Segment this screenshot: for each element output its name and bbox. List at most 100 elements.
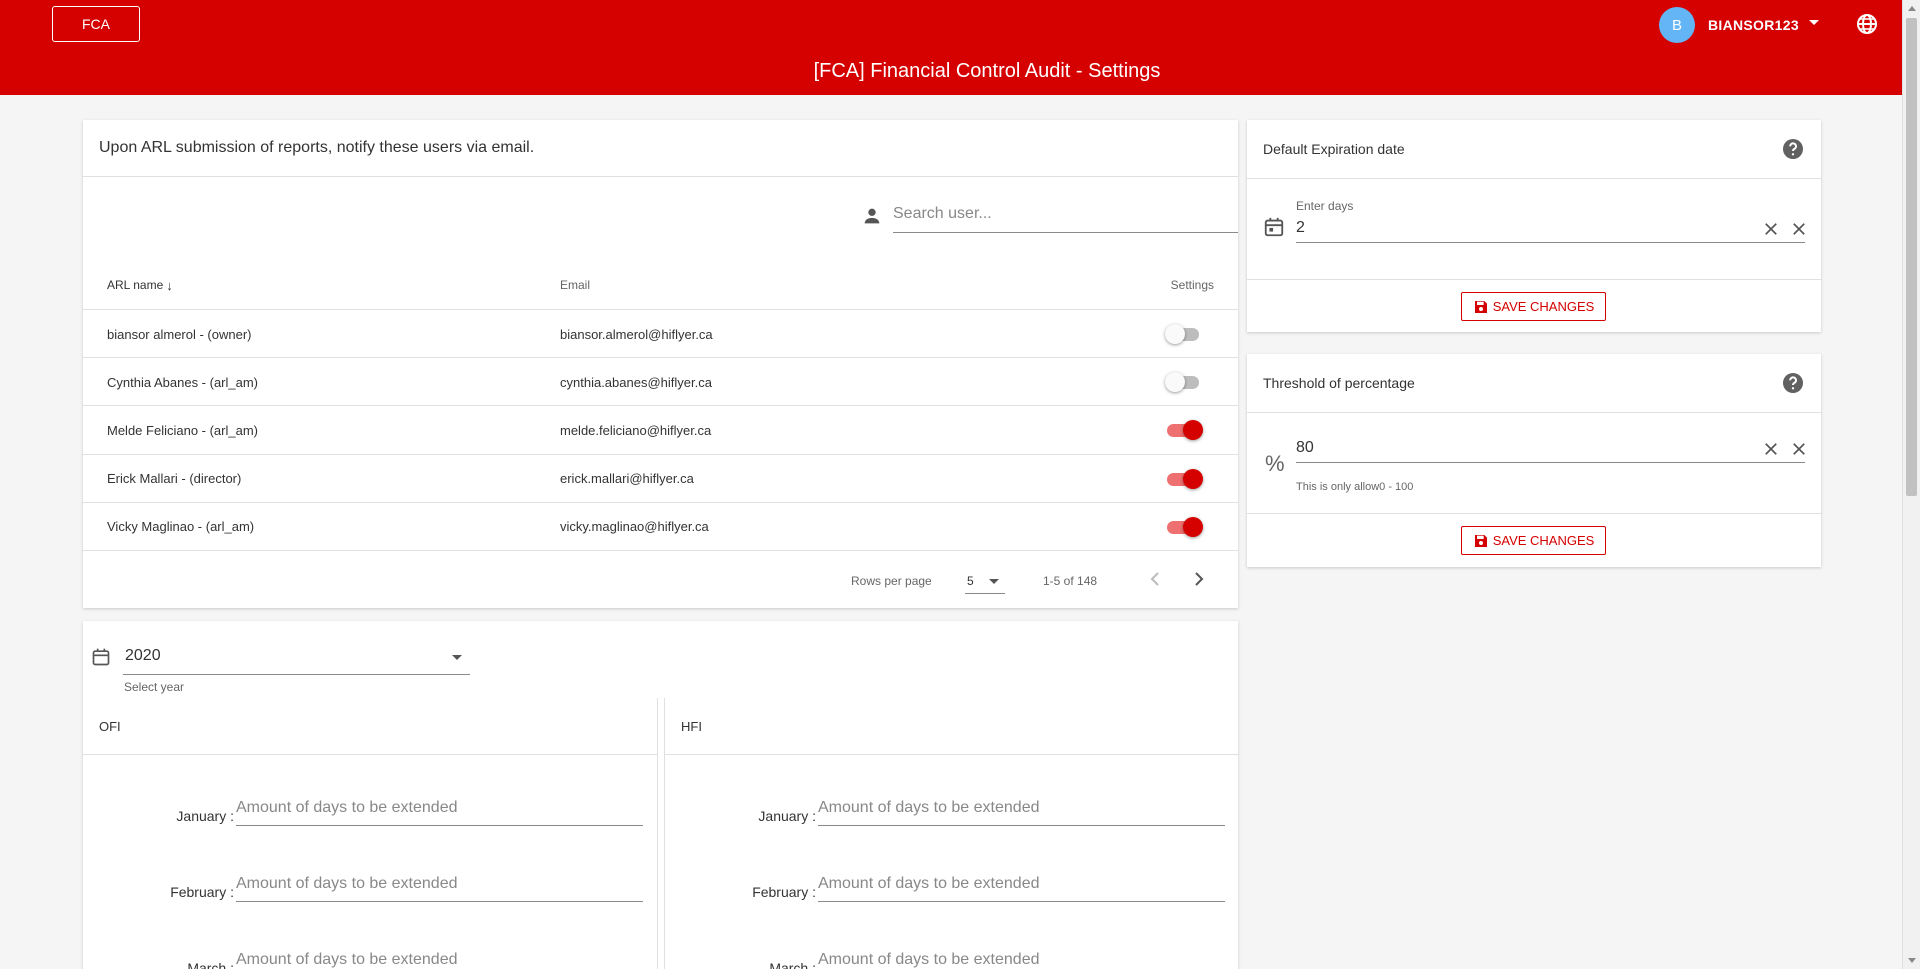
help-icon[interactable] — [1781, 137, 1805, 161]
expiration-card: Default Expiration date Enter days 2 SAV… — [1247, 120, 1821, 332]
save-icon — [1474, 534, 1487, 547]
close-icon[interactable] — [1790, 440, 1808, 458]
calendar-icon — [1264, 217, 1284, 237]
hfi-month-row: February : — [665, 866, 1240, 906]
expiration-title: Default Expiration date — [1263, 141, 1405, 157]
row-name: Vicky Maglinao - (arl_am) — [107, 519, 255, 535]
threshold-card: Threshold of percentage % This is only a… — [1247, 354, 1821, 567]
table-row: Cynthia Abanes - (arl_am) cynthia.abanes… — [83, 358, 1238, 407]
column-arl-name[interactable]: ARL name ↓ — [107, 260, 173, 310]
clear-icon[interactable] — [1762, 440, 1780, 458]
rows-per-page-select[interactable]: 5 — [965, 566, 1005, 594]
month-label: January : — [176, 808, 234, 824]
expiration-heading: Default Expiration date — [1247, 120, 1821, 179]
ofi-january-input[interactable] — [236, 790, 643, 826]
column-settings: Settings — [1170, 278, 1214, 292]
fca-home-button[interactable]: FCA — [52, 6, 140, 42]
row-name: Erick Mallari - (director) — [107, 471, 242, 487]
caret-down-icon[interactable] — [1808, 19, 1819, 25]
table-row: biansor almerol - (owner) biansor.almero… — [83, 310, 1238, 359]
save-icon — [1474, 300, 1487, 313]
username[interactable]: BIANSOR123 — [1708, 17, 1799, 33]
globe-icon[interactable] — [1855, 12, 1879, 36]
save-expiration-label: SAVE CHANGES — [1492, 299, 1595, 314]
save-threshold-button[interactable]: SAVE CHANGES — [1461, 526, 1606, 555]
save-threshold-label: SAVE CHANGES — [1492, 533, 1595, 548]
chevron-right-icon[interactable] — [1187, 567, 1211, 591]
save-expiration-button[interactable]: SAVE CHANGES — [1461, 292, 1606, 321]
table-body: biansor almerol - (owner) biansor.almero… — [83, 310, 1238, 551]
notify-toggle[interactable] — [1165, 324, 1203, 344]
row-name: Melde Feliciano - (arl_am) — [107, 422, 258, 438]
ofi-february-input[interactable] — [236, 866, 643, 902]
scrollbar-thumb[interactable] — [1906, 18, 1917, 496]
avatar[interactable]: B — [1659, 7, 1695, 43]
threshold-hint: This is only allow0 - 100 — [1296, 481, 1414, 493]
scroll-up-icon[interactable] — [1908, 6, 1916, 11]
arrow-down-icon[interactable]: ↓ — [166, 278, 173, 293]
table-row: Vicky Maglinao - (arl_am) vicky.maglinao… — [83, 503, 1238, 551]
notify-toggle[interactable] — [1165, 516, 1203, 537]
scroll-down-icon[interactable] — [1908, 958, 1916, 963]
chevron-down-icon[interactable] — [989, 579, 999, 584]
ofi-month-row: March : — [83, 942, 658, 969]
month-label: February : — [752, 884, 816, 900]
rows-per-page-label: Rows per page — [851, 574, 932, 588]
app-header: FCA B BIANSOR123 [FCA] Financial Control… — [0, 0, 1902, 95]
pagination-range: 1-5 of 148 — [1043, 574, 1098, 588]
close-icon[interactable] — [1790, 220, 1808, 238]
user-menu[interactable]: B BIANSOR123 — [1659, 7, 1819, 43]
threshold-title: Threshold of percentage — [1263, 375, 1415, 391]
hfi-month-row: January : — [665, 790, 1240, 830]
column-email: Email — [560, 278, 591, 292]
month-label: March : — [769, 960, 816, 969]
expiration-days-input[interactable] — [1296, 213, 1805, 243]
row-name: biansor almerol - (owner) — [107, 326, 252, 342]
row-email: biansor.almerol@hiflyer.ca — [560, 326, 713, 342]
extension-days-card: 2020 Select year OFI January : February … — [83, 621, 1239, 969]
notify-users-card: Upon ARL submission of reports, notify t… — [83, 120, 1238, 608]
row-email: vicky.maglinao@hiflyer.ca — [560, 519, 709, 535]
row-email: erick.mallari@hiflyer.ca — [560, 471, 694, 487]
chevron-down-icon[interactable] — [452, 655, 462, 660]
chevron-left-icon[interactable] — [1143, 567, 1167, 591]
notify-toggle[interactable] — [1165, 420, 1203, 441]
hfi-month-row: March : — [665, 942, 1240, 969]
help-icon[interactable] — [1781, 371, 1805, 395]
row-email: melde.feliciano@hiflyer.ca — [560, 422, 712, 438]
month-label: February : — [170, 884, 234, 900]
year-select-field[interactable]: 2020 — [123, 645, 470, 675]
person-icon — [864, 208, 880, 224]
threshold-input[interactable] — [1296, 433, 1805, 463]
threshold-heading: Threshold of percentage — [1247, 354, 1821, 413]
year-value: 2020 — [125, 647, 161, 664]
hfi-column: HFI January : February : March : — [664, 698, 1239, 969]
page-scrollbar[interactable] — [1902, 0, 1920, 969]
search-user-input[interactable] — [893, 196, 1238, 233]
user-search — [861, 196, 1238, 233]
ofi-march-input[interactable] — [236, 942, 643, 969]
rows-per-page-value: 5 — [967, 574, 974, 588]
row-email: cynthia.abanes@hiflyer.ca — [560, 374, 712, 390]
ofi-heading: OFI — [83, 698, 657, 755]
table-header: ARL name ↓ Email Settings — [83, 260, 1238, 310]
calendar-icon — [92, 648, 110, 666]
hfi-march-input[interactable] — [818, 942, 1225, 969]
hfi-february-input[interactable] — [818, 866, 1225, 902]
notify-toggle[interactable] — [1165, 372, 1203, 393]
year-hint: Select year — [124, 680, 185, 694]
clear-icon[interactable] — [1762, 220, 1780, 238]
hfi-heading: HFI — [665, 698, 1239, 755]
hfi-january-input[interactable] — [818, 790, 1225, 826]
threshold-field: % This is only allow0 - 100 — [1247, 413, 1821, 514]
pagination: Rows per page 5 1-5 of 148 — [83, 552, 1238, 608]
month-label: March : — [187, 960, 234, 969]
row-name: Cynthia Abanes - (arl_am) — [107, 374, 259, 390]
notify-toggle[interactable] — [1165, 468, 1203, 489]
table-row: Erick Mallari - (director) erick.mallari… — [83, 455, 1238, 503]
ofi-month-row: February : — [83, 866, 658, 906]
expiration-field: Enter days — [1247, 179, 1821, 280]
table-row: Melde Feliciano - (arl_am) melde.felicia… — [83, 406, 1238, 455]
ofi-month-row: January : — [83, 790, 658, 830]
ofi-column: OFI January : February : March : — [83, 698, 658, 969]
